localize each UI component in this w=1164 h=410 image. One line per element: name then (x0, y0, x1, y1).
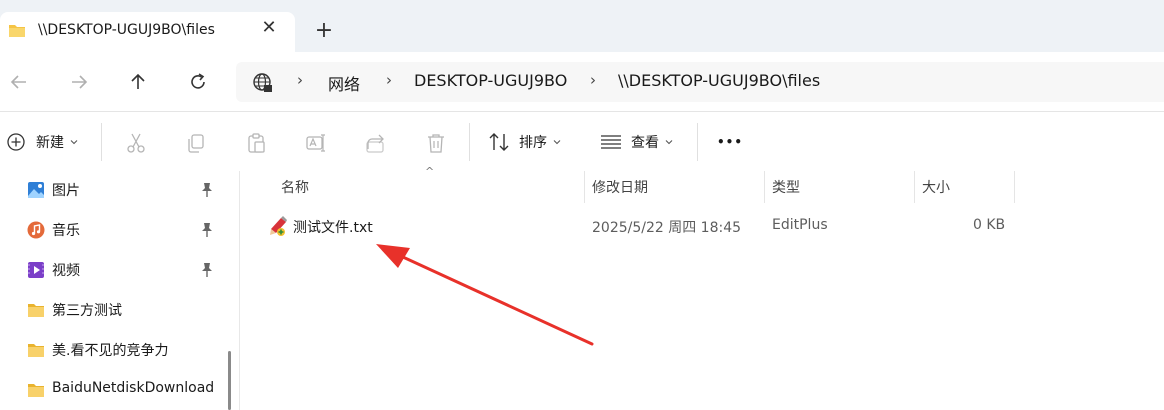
paste-button[interactable] (244, 131, 268, 155)
sidebar-item-label: BaiduNetdiskDownload (52, 380, 215, 396)
music-icon (27, 221, 45, 239)
breadcrumb-network[interactable]: 网络 (328, 71, 360, 95)
back-button[interactable] (5, 68, 33, 96)
column-divider[interactable] (764, 171, 765, 203)
tab-title: \\DESKTOP-UGUJ9BO\files (38, 22, 215, 38)
delete-button[interactable] (424, 131, 448, 155)
column-header-type[interactable]: 类型 (772, 177, 800, 197)
more-options-button[interactable]: ••• (717, 127, 743, 157)
view-label: 查看 (631, 135, 659, 151)
sidebar-item-label: 图片 (52, 183, 80, 199)
command-bar: 新建 排序 查看 ••• (0, 113, 1164, 171)
chevron-down-icon (553, 140, 561, 145)
paste-icon (248, 133, 265, 153)
sidebar-scrollbar[interactable] (228, 351, 231, 410)
sidebar-item-videos[interactable]: 视频 (0, 252, 222, 288)
sort-indicator: ^ (425, 165, 435, 178)
navigation-pane: 图片 音乐 视频 第三方测试 美.看不见的竞争力 BaiduNetdiskDow… (0, 171, 240, 410)
tab-files[interactable]: \\DESKTOP-UGUJ9BO\files ✕ (0, 12, 295, 52)
column-divider[interactable] (584, 171, 585, 203)
up-button[interactable] (124, 68, 152, 96)
address-bar[interactable]: › 网络 › DESKTOP-UGUJ9BO › \\DESKTOP-UGUJ9… (236, 62, 1164, 102)
tab-strip: \\DESKTOP-UGUJ9BO\files ✕ + (0, 0, 1164, 52)
copy-icon (188, 134, 204, 153)
toolbar-divider (101, 123, 102, 161)
new-tab-button[interactable]: + (313, 20, 335, 42)
network-globe-icon (253, 73, 272, 92)
pin-icon[interactable] (200, 222, 214, 238)
new-label: 新建 (36, 135, 64, 151)
toolbar-divider (697, 123, 698, 161)
sidebar-item-pictures[interactable]: 图片 (0, 172, 222, 208)
column-header-size[interactable]: 大小 (922, 177, 950, 197)
file-modified: 2025/5/22 周四 18:45 (592, 220, 742, 236)
file-name[interactable]: 测试文件.txt (293, 217, 373, 237)
column-header-row: ^ 名称 修改日期 类型 大小 (241, 165, 1164, 203)
chevron-down-icon (70, 140, 78, 145)
rename-button[interactable] (304, 131, 328, 155)
sidebar-item-folder[interactable]: 美.看不见的竞争力 (0, 332, 222, 368)
forward-button[interactable] (65, 68, 93, 96)
new-button[interactable]: 新建 (6, 127, 78, 157)
file-type: EditPlus (772, 217, 828, 233)
view-list-icon (601, 135, 621, 149)
pin-icon[interactable] (200, 262, 214, 278)
folder-icon (28, 384, 44, 397)
folder-icon (9, 25, 25, 37)
column-divider[interactable] (1014, 171, 1015, 203)
sidebar-item-folder[interactable]: BaiduNetdiskDownload (0, 372, 222, 408)
view-button[interactable]: 查看 (600, 127, 673, 157)
column-header-modified[interactable]: 修改日期 (592, 177, 648, 197)
sidebar-item-folder[interactable]: 第三方测试 (0, 292, 222, 328)
cut-icon (127, 133, 145, 153)
sort-label: 排序 (519, 135, 547, 151)
plus-circle-icon (7, 133, 25, 151)
pictures-icon (28, 182, 44, 198)
refresh-icon (191, 73, 205, 89)
cut-button[interactable] (124, 131, 148, 155)
folder-icon (28, 304, 44, 317)
breadcrumb-separator: › (386, 71, 392, 89)
arrow-up-icon (131, 73, 145, 89)
folder-icon (28, 344, 44, 357)
videos-icon (28, 262, 44, 278)
column-header-name[interactable]: 名称 (281, 177, 309, 197)
more-icon: ••• (717, 135, 744, 149)
sort-icon (489, 133, 509, 151)
editplus-file-icon (270, 216, 287, 236)
breadcrumb-share[interactable]: \\DESKTOP-UGUJ9BO\files (618, 71, 820, 90)
refresh-button[interactable] (184, 68, 212, 96)
navigation-bar: › 网络 › DESKTOP-UGUJ9BO › \\DESKTOP-UGUJ9… (0, 52, 1164, 112)
pin-icon[interactable] (200, 182, 214, 198)
copy-button[interactable] (184, 131, 208, 155)
close-tab-button[interactable]: ✕ (259, 18, 279, 38)
breadcrumb-separator: › (590, 71, 596, 89)
sidebar-item-music[interactable]: 音乐 (0, 212, 222, 248)
breadcrumb-computer[interactable]: DESKTOP-UGUJ9BO (414, 71, 567, 90)
delete-icon (428, 134, 444, 153)
toolbar-divider (469, 123, 470, 161)
sort-button[interactable]: 排序 (488, 127, 561, 157)
column-divider[interactable] (914, 171, 915, 203)
arrow-right-icon (72, 75, 88, 89)
sidebar-item-label: 音乐 (52, 223, 80, 239)
arrow-left-icon (10, 75, 26, 89)
share-button[interactable] (364, 131, 388, 155)
annotation-arrow (376, 244, 594, 346)
file-size: 0 KB (973, 217, 1006, 233)
chevron-down-icon (665, 140, 673, 145)
rename-icon (306, 134, 325, 152)
sidebar-item-label: 美.看不见的竞争力 (52, 343, 169, 359)
share-icon (366, 134, 384, 153)
sidebar-item-label: 第三方测试 (52, 303, 122, 319)
breadcrumb-separator: › (297, 71, 303, 89)
sidebar-item-label: 视频 (52, 263, 80, 279)
